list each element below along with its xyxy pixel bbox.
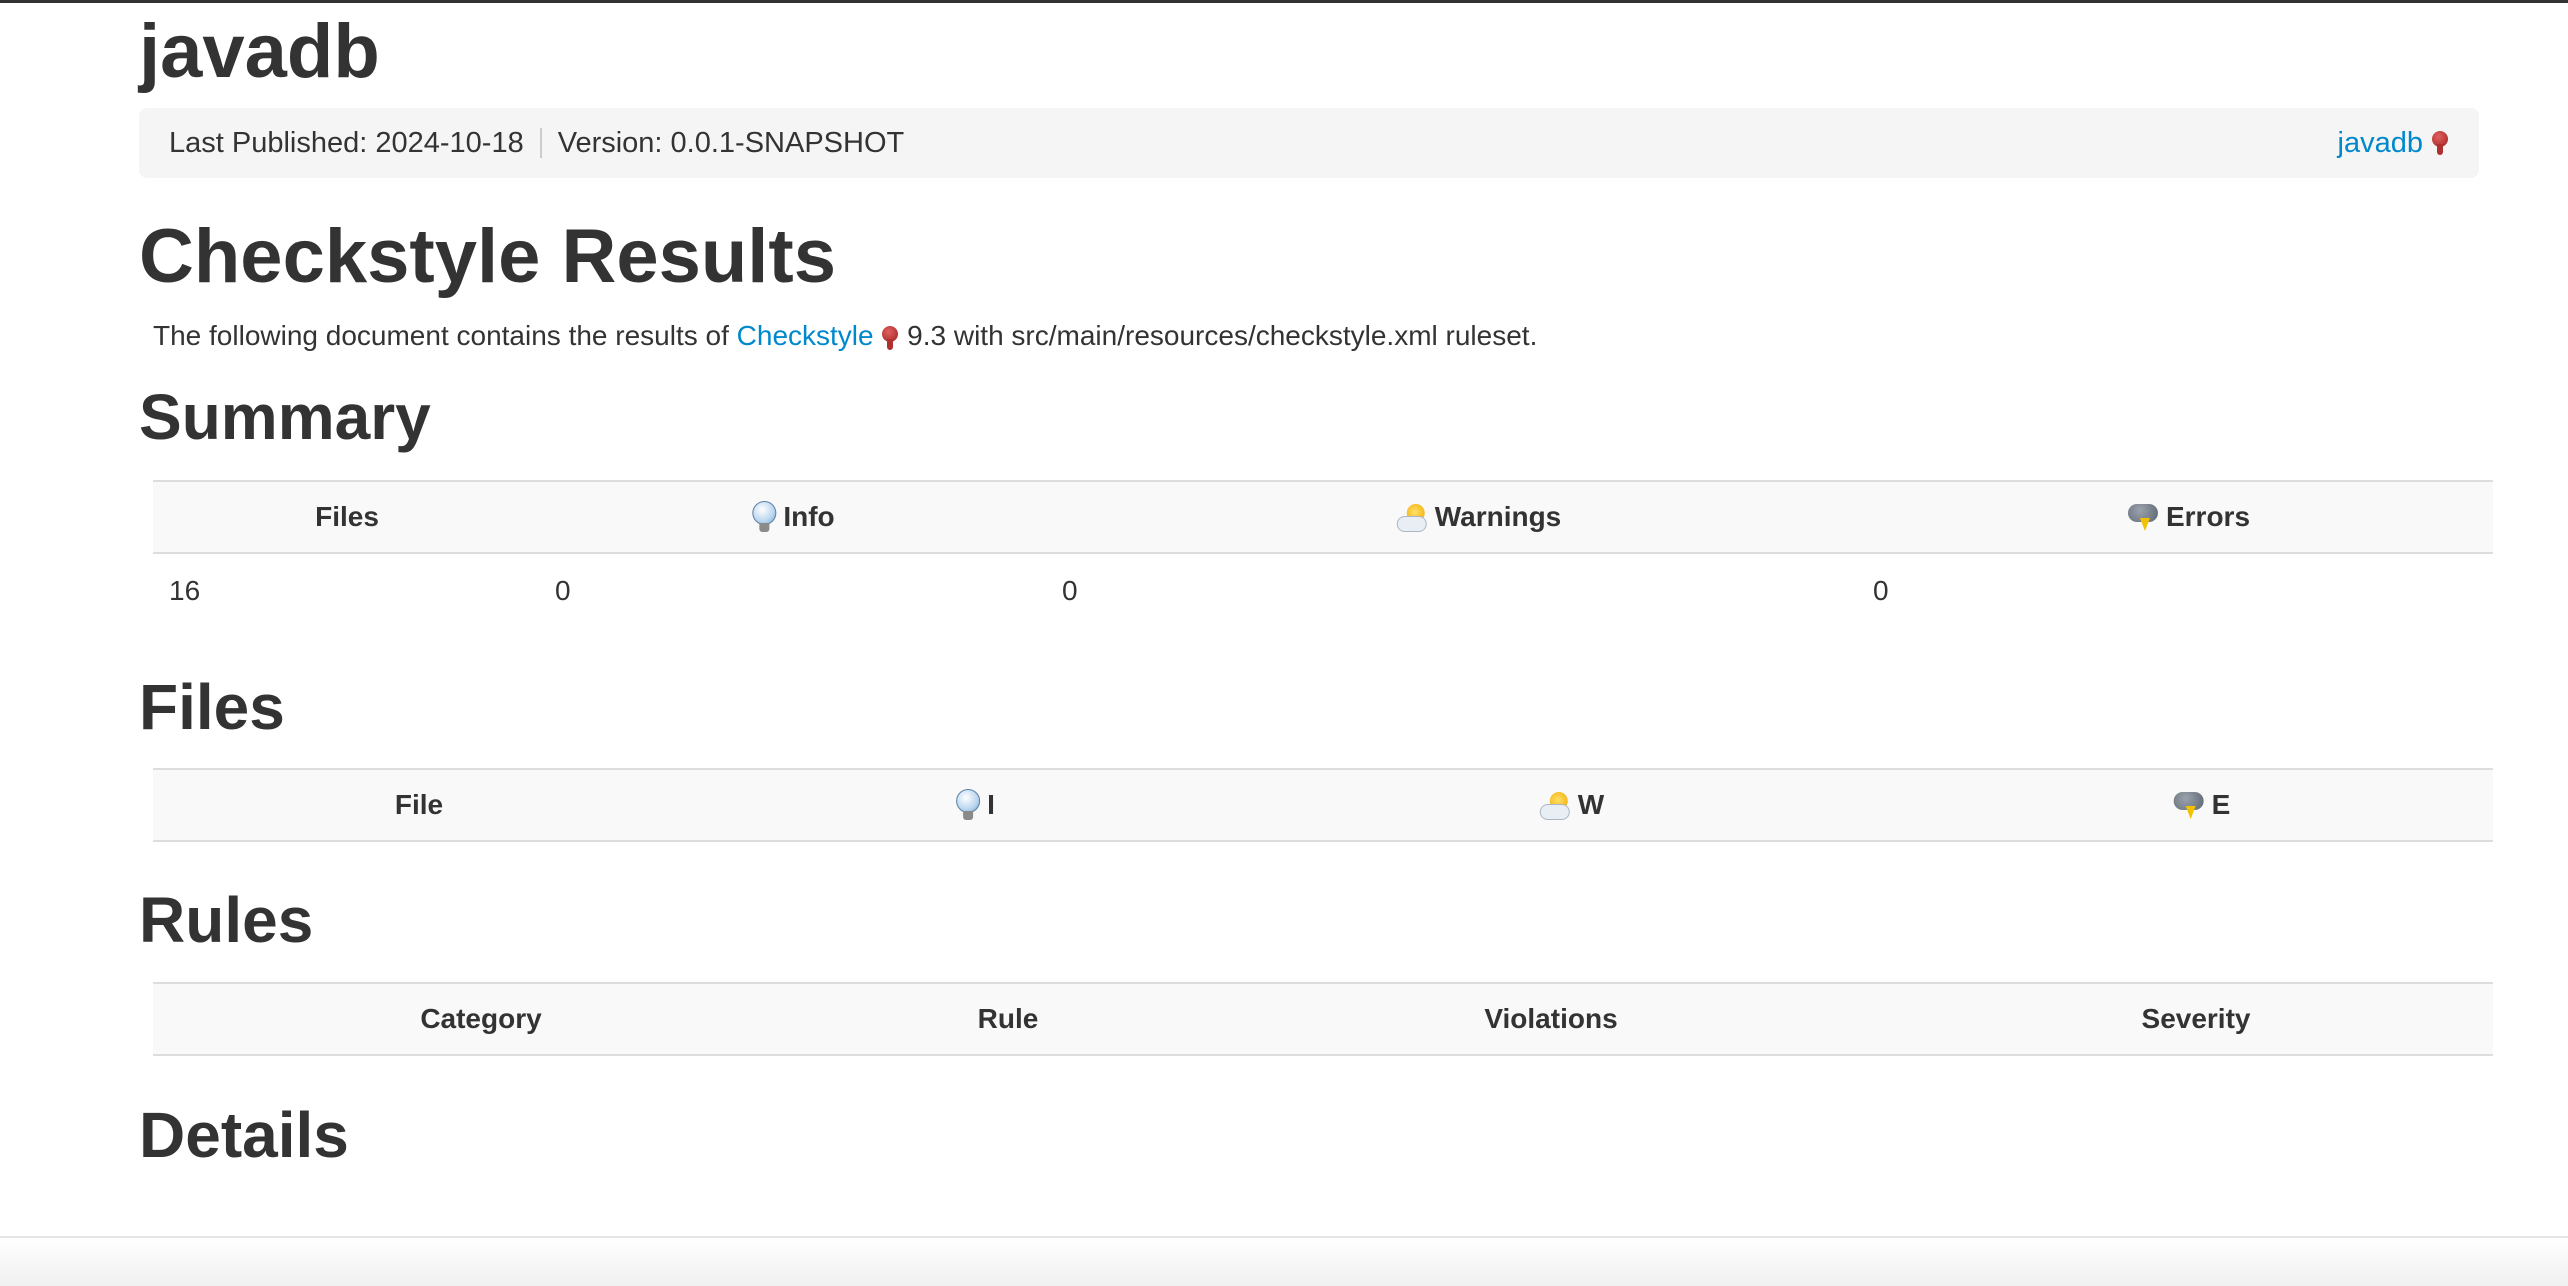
rules-col-severity-label: Severity bbox=[2141, 1003, 2251, 1034]
files-col-info-label: I bbox=[987, 789, 995, 820]
summary-col-files-label: Files bbox=[315, 501, 379, 532]
summary-info-count: 0 bbox=[555, 575, 571, 606]
summary-warnings-count: 0 bbox=[1062, 575, 1078, 606]
breadcrumb-divider bbox=[539, 128, 542, 158]
rules-table-header: Category Rule Violations Severity bbox=[153, 982, 2493, 1056]
intro-text-after: 9.3 with src/main/resources/checkstyle.x… bbox=[899, 320, 1538, 351]
summary-files-count: 16 bbox=[169, 575, 201, 606]
warning-sun-icon bbox=[1539, 790, 1572, 820]
rules-col-rule: Rule bbox=[978, 984, 1039, 1054]
files-table: File I W E bbox=[153, 768, 2493, 842]
summary-col-files: Files bbox=[315, 482, 379, 552]
project-link[interactable]: javadb bbox=[2338, 127, 2423, 160]
warning-sun-icon bbox=[1396, 502, 1429, 532]
files-col-file-label: File bbox=[394, 789, 444, 820]
info-bulb-icon bbox=[751, 501, 777, 533]
files-col-errors-label: E bbox=[2211, 789, 2231, 820]
version-label: Version: 0.0.1-SNAPSHOT bbox=[557, 126, 905, 159]
error-storm-icon bbox=[2127, 502, 2160, 532]
breadcrumb: Last Published: 2024-10-18 Version: 0.0.… bbox=[139, 108, 2479, 178]
summary-col-errors-label: Errors bbox=[2165, 501, 2251, 532]
summary-col-warnings-label: Warnings bbox=[1434, 501, 1562, 532]
checkstyle-link[interactable]: Checkstyle bbox=[737, 320, 874, 351]
rules-col-rule-label: Rule bbox=[977, 1003, 1039, 1034]
top-border bbox=[0, 0, 2568, 3]
intro-paragraph: The following document contains the resu… bbox=[153, 320, 1537, 352]
external-link-icon bbox=[881, 325, 899, 350]
summary-col-info: Info bbox=[751, 482, 835, 552]
details-heading: Details bbox=[139, 1099, 349, 1171]
summary-col-info-label: Info bbox=[783, 501, 835, 532]
summary-col-errors: Errors bbox=[2127, 482, 2251, 552]
summary-heading: Summary bbox=[139, 381, 431, 453]
files-heading: Files bbox=[139, 671, 285, 743]
summary-col-warnings: Warnings bbox=[1396, 482, 1562, 552]
files-col-errors: E bbox=[2173, 770, 2231, 840]
rules-col-violations: Violations bbox=[1484, 984, 1617, 1054]
rules-heading: Rules bbox=[139, 884, 314, 956]
info-bulb-icon bbox=[955, 789, 981, 821]
files-col-info: I bbox=[955, 770, 995, 840]
intro-text-before: The following document contains the resu… bbox=[153, 320, 737, 351]
external-link-icon bbox=[2431, 131, 2449, 155]
site-title: javadb bbox=[139, 9, 380, 94]
page-title: Checkstyle Results bbox=[139, 214, 836, 299]
error-storm-icon bbox=[2173, 790, 2206, 820]
rules-col-category: Category bbox=[420, 984, 541, 1054]
rules-col-violations-label: Violations bbox=[1484, 1003, 1618, 1034]
rules-col-severity: Severity bbox=[2142, 984, 2251, 1054]
summary-table-header: Files Info Warnings Errors bbox=[153, 480, 2493, 554]
footer-divider bbox=[0, 1236, 2568, 1286]
rules-table: Category Rule Violations Severity bbox=[153, 982, 2493, 1056]
files-col-file: File bbox=[395, 770, 443, 840]
table-row: 16 0 0 0 bbox=[153, 554, 2493, 628]
last-published: Last Published: 2024-10-18 bbox=[169, 126, 524, 159]
files-col-warnings-label: W bbox=[1577, 789, 1605, 820]
rules-col-category-label: Category bbox=[420, 1003, 542, 1034]
files-table-header: File I W E bbox=[153, 768, 2493, 842]
summary-errors-count: 0 bbox=[1873, 575, 1889, 606]
project-link-group[interactable]: javadb bbox=[2338, 127, 2449, 160]
summary-table: Files Info Warnings Errors 16 0 0 0 bbox=[153, 480, 2493, 628]
files-col-warnings: W bbox=[1539, 770, 1605, 840]
